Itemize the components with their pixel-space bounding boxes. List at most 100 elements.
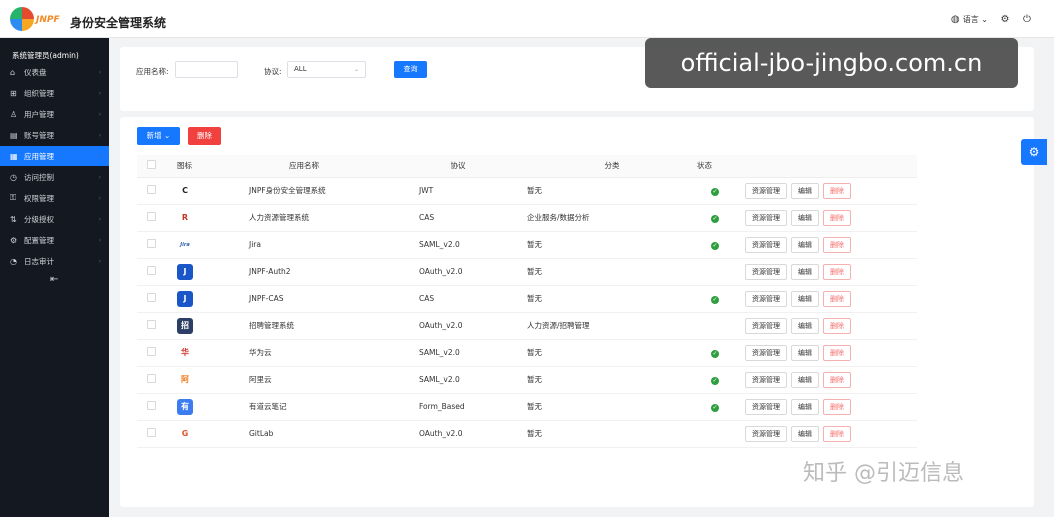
- edit-button[interactable]: 编辑: [791, 182, 819, 199]
- row-checkbox[interactable]: [147, 239, 156, 248]
- delete-button[interactable]: 删除: [823, 263, 851, 280]
- table-row: 有 有道云笔记 Form_Based 暂无 ✓ 资源管理 编辑 删除: [137, 393, 917, 421]
- resource-manage-button[interactable]: 资源管理: [745, 290, 787, 307]
- row-icon-cell: C: [177, 177, 229, 205]
- actions-cell: 资源管理 编辑 删除: [745, 231, 917, 259]
- row-checkbox[interactable]: [147, 266, 156, 275]
- row-icon-cell: 有: [177, 393, 229, 421]
- delete-button[interactable]: 删除: [823, 398, 851, 415]
- sidebar-item[interactable]: ⚿ 权限管理 ›: [0, 188, 109, 208]
- power-icon[interactable]: ⏻: [1022, 14, 1032, 25]
- delete-button[interactable]: 删除: [823, 344, 851, 361]
- actions-cell: 资源管理 编辑 删除: [745, 312, 917, 340]
- language-switch[interactable]: ◍ 语言 ⌄: [950, 14, 988, 25]
- resource-manage-button[interactable]: 资源管理: [745, 398, 787, 415]
- check-circle-icon: ✓: [711, 187, 719, 196]
- app-logo-icon: J: [177, 290, 193, 307]
- floating-settings-gear-icon[interactable]: ⚙: [1021, 139, 1047, 165]
- select-all-cell: [137, 155, 177, 178]
- status-cell: [697, 312, 745, 340]
- delete-button[interactable]: 删除: [823, 425, 851, 442]
- current-user: 系统管理员(admin): [12, 51, 79, 60]
- edit-button[interactable]: 编辑: [791, 317, 819, 334]
- grade-icon: ⇅: [10, 214, 17, 224]
- delete-button[interactable]: 删除: [823, 182, 851, 199]
- collapse-menu-icon[interactable]: ⇤: [50, 274, 58, 285]
- resource-manage-button[interactable]: 资源管理: [745, 317, 787, 334]
- sidebar-item[interactable]: ◷ 访问控制 ›: [0, 167, 109, 187]
- resource-manage-button[interactable]: 资源管理: [745, 371, 787, 388]
- row-checkbox[interactable]: [147, 374, 156, 383]
- header-actions-spacer: [745, 155, 917, 178]
- protocol-cell: SAML_v2.0: [419, 366, 527, 394]
- delete-button[interactable]: 删除: [823, 236, 851, 253]
- category-cell: 暂无: [527, 258, 697, 286]
- edit-button[interactable]: 编辑: [791, 371, 819, 388]
- resource-manage-button[interactable]: 资源管理: [745, 344, 787, 361]
- status-cell: [697, 258, 745, 286]
- table-row: 华 华为云 SAML_v2.0 暂无 ✓ 资源管理 编辑 删除: [137, 339, 917, 367]
- sidebar-item[interactable]: ⊞ 组织管理 ›: [0, 83, 109, 103]
- row-checkbox[interactable]: [147, 293, 156, 302]
- sidebar-item[interactable]: ⇅ 分级授权 ›: [0, 209, 109, 229]
- user-icon: ♙: [10, 109, 18, 119]
- delete-button[interactable]: 删除: [823, 371, 851, 388]
- edit-button[interactable]: 编辑: [791, 209, 819, 226]
- chevron-right-icon: ›: [98, 194, 101, 202]
- sidebar-item-label: 仪表盘: [24, 67, 47, 77]
- protocol-cell: Form_Based: [419, 393, 527, 421]
- edit-button[interactable]: 编辑: [791, 290, 819, 307]
- delete-button[interactable]: 删除: [823, 317, 851, 334]
- add-button[interactable]: 新增 ⌄: [137, 127, 180, 145]
- sidebar-item[interactable]: ⌂ 仪表盘 ›: [0, 62, 109, 82]
- sidebar-item[interactable]: ▤ 账号管理 ›: [0, 125, 109, 145]
- edit-button[interactable]: 编辑: [791, 236, 819, 253]
- resource-manage-button[interactable]: 资源管理: [745, 182, 787, 199]
- permission-icon: ⚿: [10, 193, 17, 202]
- row-select-cell: [137, 285, 177, 313]
- log-icon: ◔: [10, 256, 17, 266]
- sidebar-item[interactable]: ◔ 日志审计 ›: [0, 251, 109, 271]
- row-checkbox[interactable]: [147, 185, 156, 194]
- zhihu-watermark: 知乎 @引迈信息: [803, 461, 964, 486]
- row-checkbox[interactable]: [147, 401, 156, 410]
- app-logo-icon: C: [177, 182, 193, 199]
- sidebar-item[interactable]: ♙ 用户管理 ›: [0, 104, 109, 124]
- app-name-cell: Jira: [229, 231, 419, 259]
- resource-manage-button[interactable]: 资源管理: [745, 263, 787, 280]
- app-name-cell: JNPF-Auth2: [229, 258, 419, 286]
- row-select-cell: [137, 204, 177, 232]
- sidebar-item[interactable]: ▦ 应用管理 ›: [0, 146, 109, 166]
- edit-button[interactable]: 编辑: [791, 344, 819, 361]
- resource-manage-button[interactable]: 资源管理: [745, 209, 787, 226]
- chevron-right-icon: ›: [98, 68, 101, 76]
- edit-button[interactable]: 编辑: [791, 263, 819, 280]
- batch-delete-button[interactable]: 删除: [188, 127, 221, 145]
- app-name-input[interactable]: [175, 61, 238, 78]
- select-all-checkbox[interactable]: [147, 160, 156, 170]
- category-cell: 暂无: [527, 366, 697, 394]
- category-cell: 暂无: [527, 231, 697, 259]
- account-icon: ▤: [10, 130, 18, 140]
- resource-manage-button[interactable]: 资源管理: [745, 236, 787, 253]
- status-cell: ✓: [697, 177, 745, 205]
- resource-manage-button[interactable]: 资源管理: [745, 425, 787, 442]
- actions-cell: 资源管理 编辑 删除: [745, 285, 917, 313]
- delete-button[interactable]: 删除: [823, 290, 851, 307]
- row-checkbox[interactable]: [147, 212, 156, 221]
- row-checkbox[interactable]: [147, 428, 156, 437]
- actions-cell: 资源管理 编辑 删除: [745, 366, 917, 394]
- row-icon-cell: Jira: [177, 231, 229, 259]
- row-checkbox[interactable]: [147, 320, 156, 329]
- sidebar-item[interactable]: ⚙ 配置管理 ›: [0, 230, 109, 250]
- chevron-down-icon: ⌄: [164, 131, 171, 140]
- edit-button[interactable]: 编辑: [791, 425, 819, 442]
- header-icon: 图标: [177, 155, 229, 178]
- edit-button[interactable]: 编辑: [791, 398, 819, 415]
- gear-icon[interactable]: ⚙: [1000, 14, 1010, 25]
- protocol-select[interactable]: ALL ⌄: [287, 61, 366, 78]
- query-button[interactable]: 查询: [394, 61, 427, 78]
- row-checkbox[interactable]: [147, 347, 156, 356]
- delete-button[interactable]: 删除: [823, 209, 851, 226]
- app-name-cell: 华为云: [229, 339, 419, 367]
